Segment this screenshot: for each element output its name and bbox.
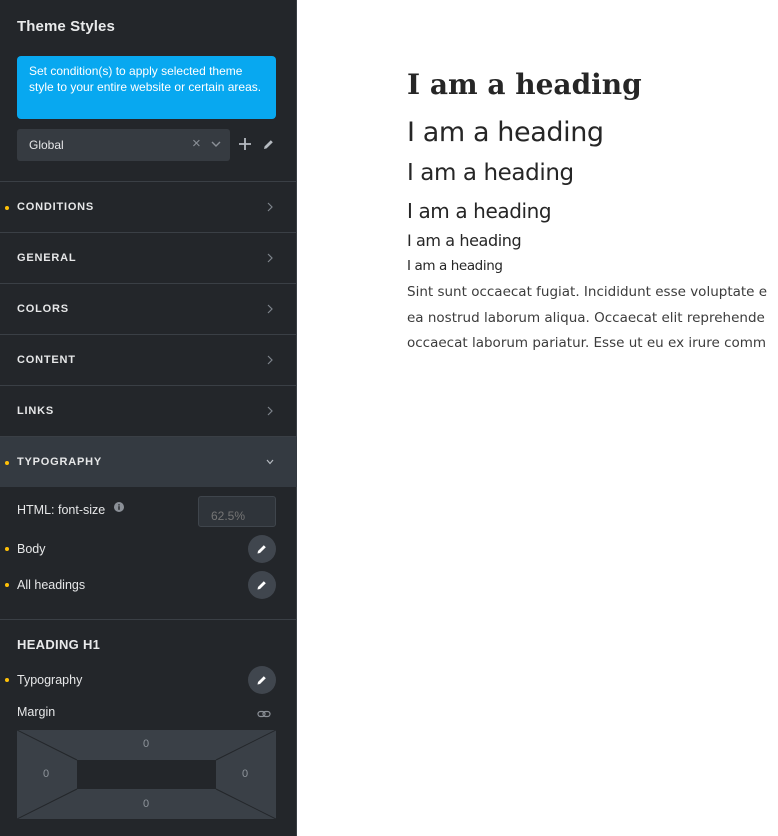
panel-title: Theme Styles (17, 18, 115, 35)
modified-indicator (5, 678, 9, 682)
theme-styles-panel: Theme Styles Set condition(s) to apply s… (0, 0, 297, 836)
margin-right-input[interactable]: 0 (242, 768, 248, 780)
modified-indicator (5, 583, 9, 587)
section-label: TYPOGRAPHY (17, 456, 103, 468)
add-style-icon[interactable] (238, 137, 252, 151)
h1-typography-label: Typography (17, 673, 83, 687)
theme-style-select[interactable]: Global × (17, 129, 230, 161)
heading-h4: I am a heading (407, 199, 552, 223)
section-label: CONTENT (17, 354, 76, 366)
heading-h1-title: HEADING H1 (17, 637, 101, 652)
edit-body-typography-button[interactable] (248, 535, 276, 563)
section-links[interactable]: LINKS (0, 385, 297, 436)
theme-style-select-value: Global (29, 138, 64, 152)
section-colors[interactable]: COLORS (0, 283, 297, 334)
margin-left-input[interactable]: 0 (43, 768, 49, 780)
conditions-notice: Set condition(s) to apply selected theme… (17, 56, 276, 119)
section-general[interactable]: GENERAL (0, 232, 297, 283)
chevron-right-icon (267, 253, 273, 263)
chevron-right-icon (267, 304, 273, 314)
chevron-right-icon (267, 202, 273, 212)
preview-canvas: I am a heading I am a heading I am a hea… (297, 0, 778, 836)
divider (0, 619, 297, 620)
link-values-icon[interactable] (257, 708, 271, 720)
heading-h2: I am a heading (407, 117, 604, 148)
paragraph-line: occaecat laborum pariatur. Esse ut eu ex… (407, 335, 767, 351)
paragraph-line: Sint sunt occaecat fugiat. Incididunt es… (407, 284, 768, 300)
pencil-icon (257, 581, 266, 590)
body-typography-label: Body (17, 542, 46, 556)
chevron-down-icon[interactable] (210, 138, 222, 150)
pencil-icon (257, 676, 266, 685)
section-label: CONDITIONS (17, 201, 95, 213)
heading-h1: I am a heading (407, 68, 642, 101)
paragraph-line: ea nostrud laborum aliqua. Occaecat elit… (407, 309, 765, 326)
heading-h5: I am a heading (407, 231, 522, 250)
html-font-size-label: HTML: font-size (17, 503, 106, 517)
section-label: COLORS (17, 303, 69, 315)
modified-indicator (5, 547, 9, 551)
section-label: GENERAL (17, 252, 77, 264)
heading-h6: I am a heading (407, 258, 503, 274)
modified-indicator (5, 206, 9, 210)
all-headings-label: All headings (17, 578, 86, 592)
margin-inner-box (77, 760, 216, 789)
section-label: LINKS (17, 405, 54, 417)
h1-margin-label: Margin (17, 705, 56, 719)
heading-h3: I am a heading (407, 160, 574, 186)
margin-top-input[interactable]: 0 (143, 738, 149, 750)
chevron-right-icon (267, 355, 273, 365)
section-conditions[interactable]: CONDITIONS (0, 181, 297, 232)
pencil-icon (257, 545, 266, 554)
margin-bottom-input[interactable]: 0 (143, 798, 149, 810)
clear-selection-icon[interactable]: × (192, 135, 201, 153)
margin-control: 0 0 0 0 (17, 730, 276, 819)
edit-h1-typography-button[interactable] (248, 666, 276, 694)
paragraph-text: Sint sunt occaecat fugiat. Incididunt es… (407, 280, 778, 357)
edit-all-headings-button[interactable] (248, 571, 276, 599)
info-icon[interactable] (114, 502, 124, 512)
edit-style-icon[interactable] (262, 138, 275, 151)
modified-indicator (5, 461, 9, 465)
section-content[interactable]: CONTENT (0, 334, 297, 385)
section-typography[interactable]: TYPOGRAPHY (0, 436, 297, 487)
chevron-right-icon (267, 406, 273, 416)
html-font-size-input[interactable] (198, 496, 276, 527)
chevron-down-icon (266, 459, 274, 465)
